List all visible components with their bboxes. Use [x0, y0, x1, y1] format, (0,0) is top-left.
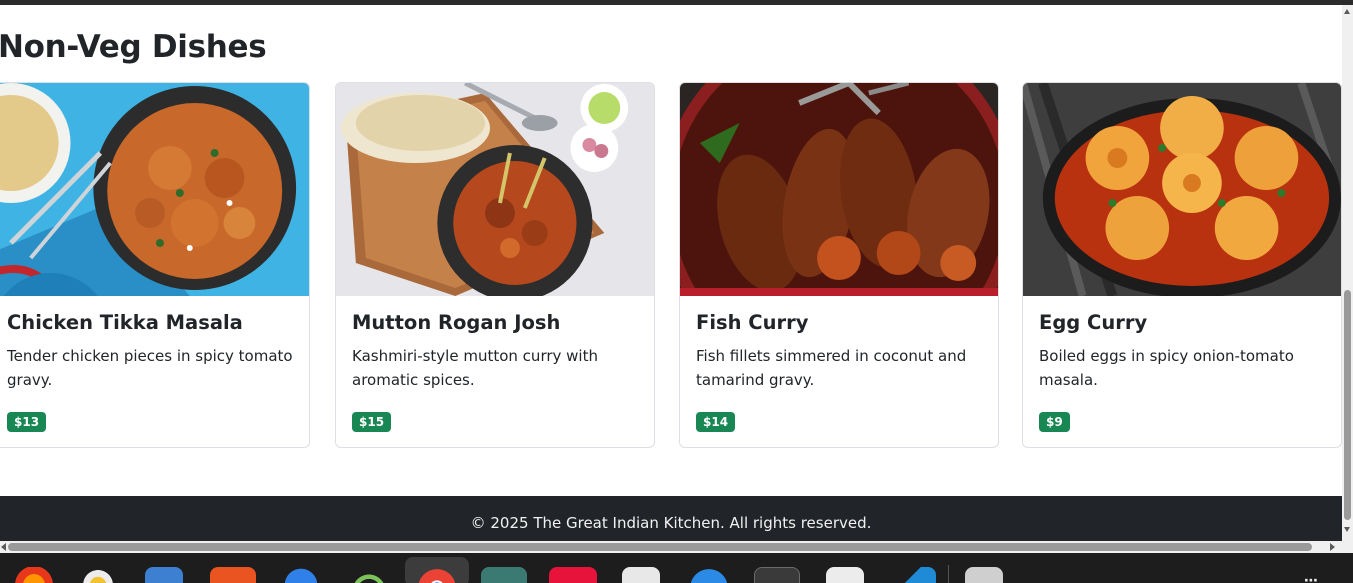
terminal-icon[interactable] — [754, 567, 800, 583]
android-studio-icon[interactable] — [345, 567, 393, 583]
dish-name: Fish Curry — [696, 311, 809, 334]
app-icon[interactable] — [549, 567, 597, 583]
vertical-scrollbar-thumb[interactable] — [1344, 290, 1351, 520]
dish-card[interactable]: Egg Curry Boiled eggs in spicy onion-tom… — [1022, 82, 1342, 448]
horizontal-scrollbar[interactable] — [0, 541, 1342, 553]
app-center-icon[interactable] — [210, 567, 256, 583]
scroll-up-icon[interactable] — [1344, 9, 1350, 14]
disk-icon[interactable] — [965, 567, 1003, 583]
dish-image — [0, 83, 309, 296]
firefox-icon[interactable] — [14, 567, 54, 583]
dish-description: Boiled eggs in spicy onion-tomato masala… — [1039, 347, 1294, 389]
dish-name: Egg Curry — [1039, 311, 1148, 334]
price-badge: $9 — [1039, 412, 1070, 432]
vscode-icon[interactable] — [890, 567, 936, 583]
thunderbird-icon[interactable] — [281, 567, 321, 583]
rhythmbox-icon[interactable] — [78, 567, 118, 583]
scroll-down-icon[interactable] — [1344, 527, 1350, 532]
dish-card[interactable]: Fish Curry Fish fillets simmered in coco… — [679, 82, 999, 448]
page-content: Non-Veg Dishes Chicken Tikka Masala Tend… — [0, 5, 1342, 543]
taskbar-dock: ⋯ — [0, 553, 1353, 583]
section-title: Non-Veg Dishes — [0, 29, 267, 65]
dish-image — [336, 83, 654, 296]
price-badge: $15 — [352, 412, 392, 432]
chrome-icon[interactable] — [414, 567, 460, 583]
dish-card[interactable]: Mutton Rogan Josh Kashmiri-style mutton … — [335, 82, 655, 448]
document-viewer-icon[interactable] — [826, 567, 864, 583]
dish-description: Tender chicken pieces in spicy tomato gr… — [7, 347, 293, 389]
dock-separator — [948, 565, 949, 583]
scroll-left-icon[interactable] — [1, 543, 6, 551]
dish-name: Mutton Rogan Josh — [352, 311, 561, 334]
dish-description: Fish fillets simmered in coconut and tam… — [696, 347, 967, 389]
footer-copyright: © 2025 The Great Indian Kitchen. All rig… — [470, 514, 872, 532]
help-icon[interactable] — [686, 567, 732, 583]
scrollbar-corner — [1342, 541, 1353, 553]
dish-image — [680, 83, 998, 296]
vertical-scrollbar[interactable] — [1342, 5, 1353, 543]
dish-name: Chicken Tikka Masala — [7, 311, 243, 334]
files-icon[interactable] — [145, 567, 183, 583]
dish-description: Kashmiri-style mutton curry with aromati… — [352, 347, 598, 389]
show-apps-icon[interactable]: ⋯ — [1304, 573, 1320, 583]
price-badge: $13 — [7, 412, 47, 432]
text-editor-icon[interactable] — [622, 567, 660, 583]
price-badge: $14 — [696, 412, 736, 432]
site-footer: © 2025 The Great Indian Kitchen. All rig… — [0, 496, 1342, 543]
scroll-right-icon[interactable] — [1330, 543, 1335, 551]
dish-card[interactable]: Chicken Tikka Masala Tender chicken piec… — [0, 82, 310, 448]
dish-image — [1023, 83, 1341, 296]
file-manager-icon[interactable] — [481, 567, 527, 583]
horizontal-scrollbar-thumb[interactable] — [8, 543, 1312, 551]
